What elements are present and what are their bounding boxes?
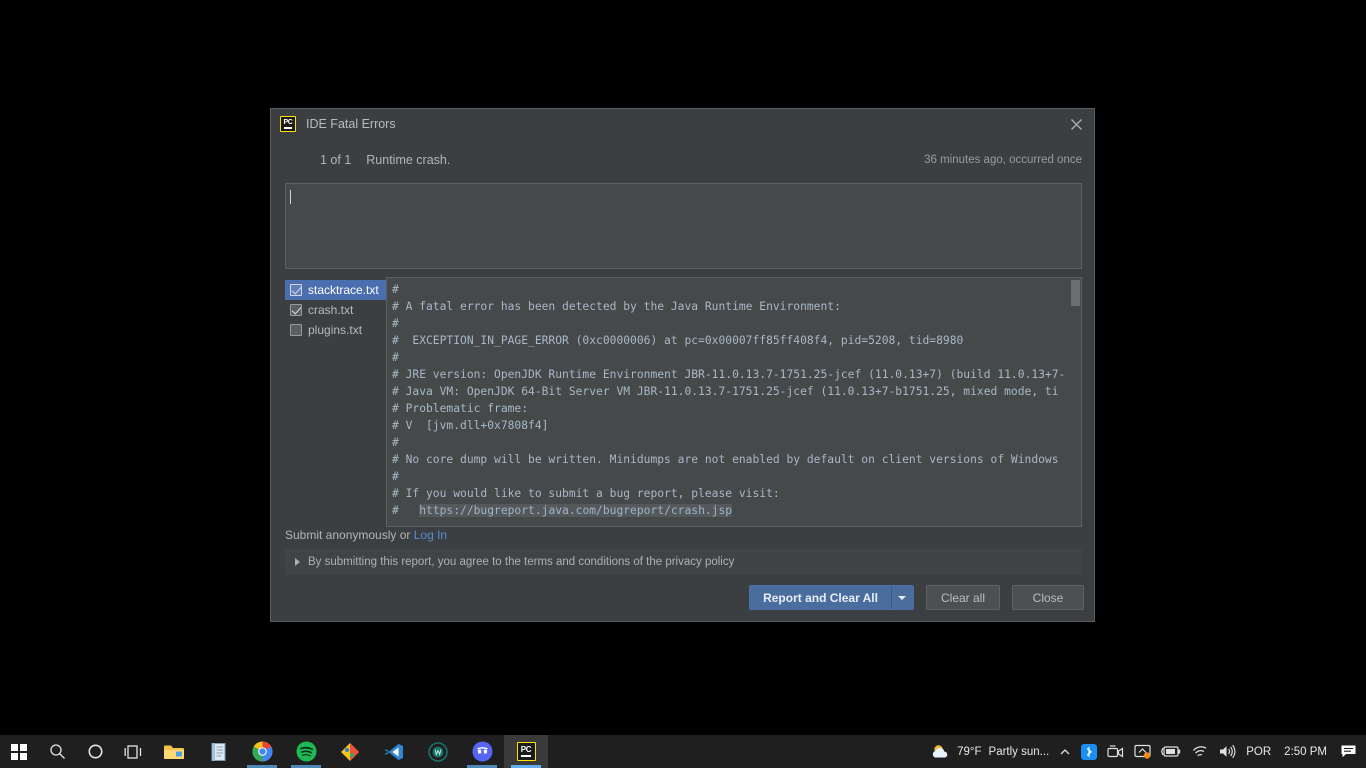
notepad-icon[interactable] xyxy=(196,735,240,768)
error-counter: 1 of 1 xyxy=(320,153,352,167)
wifi-icon[interactable] xyxy=(1186,735,1213,768)
system-tray: 79°F Partly sun... POR 2:50 PM xyxy=(925,735,1366,768)
screen-share-icon[interactable] xyxy=(1129,735,1156,768)
checkbox-icon[interactable] xyxy=(290,324,302,336)
privacy-disclaimer-label: By submitting this report, you agree to … xyxy=(308,556,735,568)
battery-icon[interactable] xyxy=(1156,735,1186,768)
list-item[interactable]: crash.txt xyxy=(285,300,386,320)
submit-anonymously-line: Submit anonymously or Log In xyxy=(285,528,447,542)
report-and-clear-all-button[interactable]: Report and Clear All xyxy=(750,586,891,609)
wamp-icon[interactable] xyxy=(416,735,460,768)
file-explorer-icon[interactable] xyxy=(152,735,196,768)
stacktrace-scrollbar[interactable] xyxy=(1070,278,1081,526)
weather-temperature: 79°F xyxy=(957,745,982,758)
vscode-icon[interactable] xyxy=(372,735,416,768)
notification-icon[interactable] xyxy=(1335,735,1362,768)
attachment-file-list: stacktrace.txt crash.txt plugins.txt xyxy=(285,277,386,527)
close-icon[interactable] xyxy=(1066,114,1086,134)
error-timing: 36 minutes ago, occurred once xyxy=(924,154,1082,166)
list-item[interactable]: stacktrace.txt xyxy=(285,280,386,300)
error-info-row: 1 of 1 Runtime crash. 36 minutes ago, oc… xyxy=(271,147,1094,173)
spotify-icon[interactable] xyxy=(284,735,328,768)
submit-anonymously-label: Submit anonymously or xyxy=(285,528,414,542)
cortana-icon[interactable] xyxy=(76,735,114,768)
task-view-icon[interactable] xyxy=(114,735,152,768)
dialog-button-bar: Report and Clear All Clear all Close xyxy=(749,585,1084,610)
checkbox-icon[interactable] xyxy=(290,304,302,316)
taskbar-clock[interactable]: 2:50 PM xyxy=(1276,746,1335,758)
discord-icon[interactable] xyxy=(460,735,504,768)
text-caret xyxy=(290,190,291,204)
report-and-clear-all-split-button[interactable]: Report and Clear All xyxy=(749,585,914,610)
volume-icon[interactable] xyxy=(1213,735,1241,768)
taskbar-apps: PC xyxy=(0,735,548,768)
log-in-link[interactable]: Log In xyxy=(414,528,447,542)
weather-widget[interactable]: 79°F Partly sun... xyxy=(925,735,1054,768)
bugreport-url-link[interactable]: https://bugreport.java.com/bugreport/cra… xyxy=(419,504,733,517)
chrome-icon[interactable] xyxy=(240,735,284,768)
stacktrace-panel[interactable]: # # A fatal error has been detected by t… xyxy=(386,277,1082,527)
stacktrace-text: # # A fatal error has been detected by t… xyxy=(392,283,1066,517)
weather-description: Partly sun... xyxy=(988,745,1050,758)
dialog-title: IDE Fatal Errors xyxy=(306,117,396,131)
list-item[interactable]: plugins.txt xyxy=(285,320,386,340)
pycharm-icon: PC xyxy=(280,116,296,132)
list-item-label: crash.txt xyxy=(308,303,354,317)
desktop: PC IDE Fatal Errors 1 of 1 Runtime crash… xyxy=(0,0,1366,768)
chevron-right-icon xyxy=(295,558,300,566)
pycharm-icon[interactable]: PC xyxy=(504,735,548,768)
privacy-disclaimer-toggle[interactable]: By submitting this report, you agree to … xyxy=(285,549,1082,575)
bluetooth-icon[interactable] xyxy=(1076,735,1102,768)
webcam-icon[interactable] xyxy=(1102,735,1129,768)
dialog-titlebar: PC IDE Fatal Errors xyxy=(271,109,1094,139)
list-item-label: stacktrace.txt xyxy=(308,283,379,297)
chevron-down-icon[interactable] xyxy=(890,586,913,609)
list-item-label: plugins.txt xyxy=(308,323,363,337)
error-description: Runtime crash. xyxy=(366,153,451,167)
show-hidden-icons-chevron[interactable] xyxy=(1054,735,1076,768)
windows-taskbar: PC 79°F Partly sun... POR 2:50 PM xyxy=(0,735,1366,768)
clear-all-button[interactable]: Clear all xyxy=(925,585,1000,610)
attachments-area: stacktrace.txt crash.txt plugins.txt # #… xyxy=(285,277,1082,527)
comment-input[interactable] xyxy=(285,183,1082,269)
checkbox-icon[interactable] xyxy=(290,284,302,296)
paint-icon[interactable] xyxy=(328,735,372,768)
windows-start-icon[interactable] xyxy=(0,735,38,768)
close-button[interactable]: Close xyxy=(1012,585,1084,610)
ide-fatal-errors-dialog: PC IDE Fatal Errors 1 of 1 Runtime crash… xyxy=(270,108,1095,622)
search-icon[interactable] xyxy=(38,735,76,768)
scrollbar-thumb[interactable] xyxy=(1071,280,1080,306)
language-indicator[interactable]: POR xyxy=(1241,735,1276,768)
